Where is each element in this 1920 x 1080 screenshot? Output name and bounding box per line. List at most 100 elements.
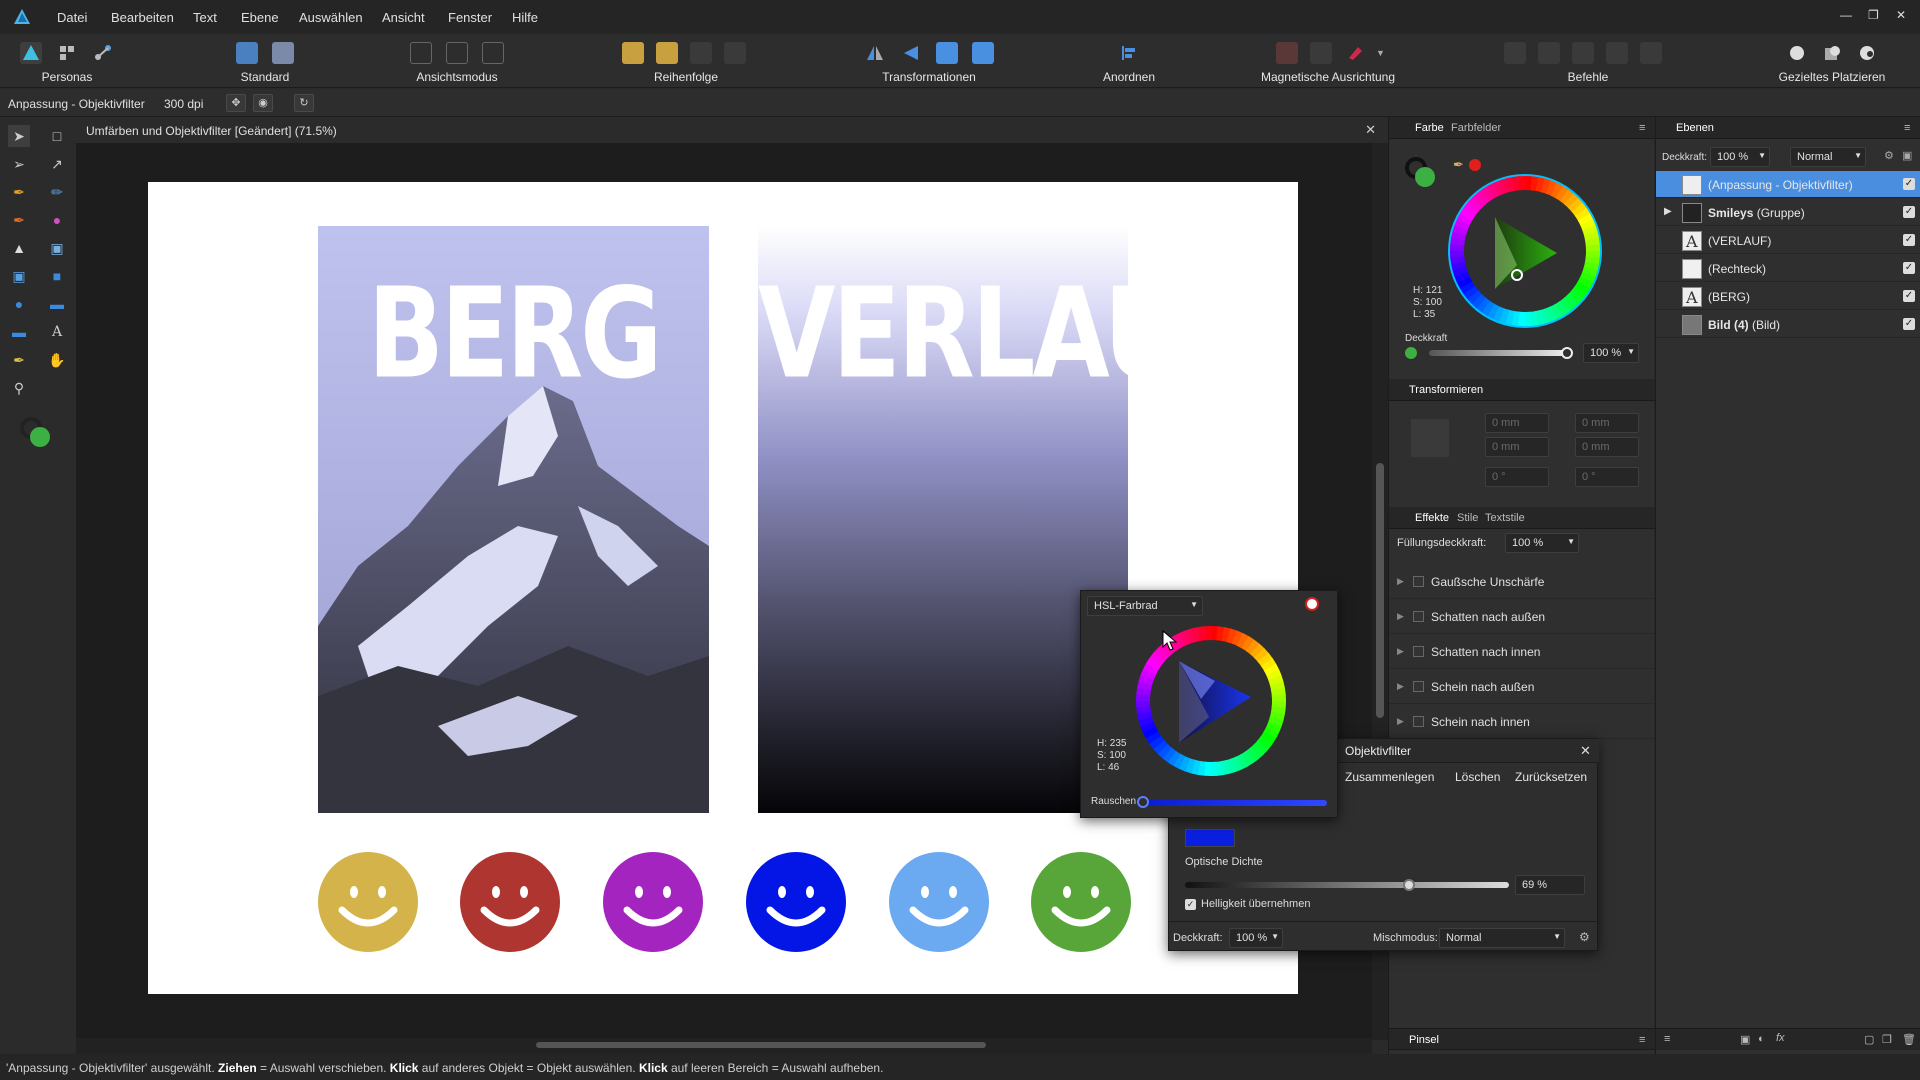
brush-tool-icon[interactable]: ✒ — [8, 209, 30, 231]
layer-visibility-checkbox[interactable]: ✓ — [1903, 178, 1915, 190]
gradient-rectangle[interactable]: VERLAUF — [758, 226, 1250, 813]
mountain-photo[interactable]: BERG — [318, 226, 709, 813]
layer-row[interactable]: A (BERG) ✓ — [1656, 283, 1920, 310]
layer-visibility-checkbox[interactable]: ✓ — [1903, 206, 1915, 218]
magnet-dropdown-icon[interactable]: ▼ — [1376, 48, 1385, 58]
optical-density-handle[interactable] — [1402, 879, 1415, 891]
preserve-luminosity-checkbox[interactable]: ✓ — [1185, 899, 1196, 910]
reset-icon[interactable]: ↻ — [294, 94, 314, 112]
no-color-icon[interactable] — [1305, 597, 1319, 611]
transform-shear-field[interactable]: 0 ° — [1575, 467, 1639, 487]
layer-visibility-checkbox[interactable]: ✓ — [1903, 318, 1915, 330]
menu-hilfe[interactable]: Hilfe — [512, 10, 538, 25]
smiley-face[interactable] — [889, 852, 989, 952]
layer-row[interactable]: ▶ Smileys (Gruppe) ✓ — [1656, 199, 1920, 226]
brush-panel-menu-icon[interactable]: ≡ — [1639, 1034, 1645, 1046]
layer-blend-mode-select[interactable]: Normal ▼ — [1790, 147, 1866, 167]
effect-checkbox[interactable] — [1413, 716, 1424, 727]
opacity-slider-handle[interactable] — [1561, 347, 1573, 359]
mask-icon[interactable]: ◉ — [253, 94, 273, 112]
filter-blend-select[interactable]: Normal ▼ — [1439, 928, 1565, 948]
close-window-icon[interactable]: ✕ — [1896, 8, 1906, 22]
view-mode-icon[interactable] — [482, 42, 504, 64]
layers-panel-menu-icon[interactable]: ≡ — [1904, 122, 1910, 134]
close-document-icon[interactable]: ✕ — [1365, 122, 1376, 138]
smiley-face[interactable] — [318, 852, 418, 952]
recent-color-swatch[interactable] — [1469, 159, 1481, 171]
snapshot-icon[interactable] — [236, 42, 258, 64]
layer-row[interactable]: Bild (4) (Bild) ✓ — [1656, 311, 1920, 338]
expand-chevron-icon[interactable]: ▶ — [1397, 646, 1404, 657]
place-inside-icon[interactable] — [1856, 42, 1878, 64]
reset-button[interactable]: Zurücksetzen — [1511, 767, 1591, 787]
crop-tool-icon[interactable]: ▣ — [8, 265, 30, 287]
boolean-subtract-icon[interactable] — [1538, 42, 1560, 64]
filter-settings-icon[interactable]: ⚙ — [1579, 930, 1590, 944]
color-wheel[interactable] — [1447, 173, 1603, 329]
snapping-options-icon[interactable] — [1310, 42, 1332, 64]
effect-checkbox[interactable] — [1413, 646, 1424, 657]
layer-row[interactable]: (Anpassung - Objektivfilter) ✓ — [1656, 171, 1920, 198]
menu-bearbeiten[interactable]: Bearbeiten — [111, 10, 174, 25]
place-front-icon[interactable] — [1821, 42, 1843, 64]
layer-settings-icon[interactable]: ⚙ — [1884, 149, 1894, 162]
effect-row[interactable]: ▶ Schatten nach außen — [1389, 599, 1655, 634]
layer-stack-icon[interactable]: ≡ — [1664, 1033, 1670, 1045]
zoom-tool-icon[interactable]: ⚲ — [8, 377, 30, 399]
layer-visibility-checkbox[interactable]: ✓ — [1903, 262, 1915, 274]
transform-x-field[interactable]: 0 mm — [1485, 413, 1549, 433]
effect-checkbox[interactable] — [1413, 576, 1424, 587]
tab-farbe[interactable]: Farbe — [1415, 122, 1444, 134]
layer-visibility-checkbox[interactable]: ✓ — [1903, 290, 1915, 302]
transform-y-field[interactable]: 0 mm — [1485, 437, 1549, 457]
berg-title[interactable]: BERG — [318, 260, 709, 406]
lock-icon[interactable]: ▣ — [1902, 149, 1912, 162]
place-image-tool-icon[interactable]: ▣ — [46, 237, 68, 259]
fill-tool-icon[interactable]: ▲ — [8, 237, 30, 259]
noise-slider[interactable] — [1141, 800, 1327, 806]
menu-ebene[interactable]: Ebene — [241, 10, 279, 25]
tab-effekte[interactable]: Effekte — [1415, 512, 1449, 524]
assistant-icon[interactable] — [272, 42, 294, 64]
expand-chevron-icon[interactable]: ▶ — [1397, 576, 1404, 587]
arrange-front-icon[interactable] — [724, 42, 746, 64]
rectangle-tool-icon[interactable]: ■ — [46, 265, 68, 287]
fill-opacity-field[interactable]: 100 % ▼ — [1505, 533, 1579, 553]
smiley-face[interactable] — [746, 852, 846, 952]
boolean-xor-icon[interactable] — [1606, 42, 1628, 64]
layer-visibility-checkbox[interactable]: ✓ — [1903, 234, 1915, 246]
boolean-add-icon[interactable] — [1504, 42, 1526, 64]
color-swatches-icon[interactable] — [20, 417, 50, 447]
persona-designer-icon[interactable] — [20, 42, 42, 64]
expand-group-icon[interactable]: ▶ — [1664, 206, 1672, 217]
verlauf-title[interactable]: VERLAUF — [758, 260, 1250, 406]
horizontal-scroll-thumb[interactable] — [536, 1042, 986, 1048]
tab-stile[interactable]: Stile — [1457, 512, 1478, 524]
filter-opacity-field[interactable]: 100 % ▼ — [1229, 928, 1283, 948]
effect-checkbox[interactable] — [1413, 681, 1424, 692]
optical-density-field[interactable]: 69 % — [1515, 875, 1585, 895]
place-behind-icon[interactable] — [1786, 42, 1808, 64]
color-mode-select[interactable]: HSL-Farbrad ▼ — [1087, 596, 1203, 616]
delete-layer-icon[interactable]: 🗑 — [1902, 1033, 1916, 1046]
menu-auswaehlen[interactable]: Auswählen — [299, 10, 363, 25]
menu-ansicht[interactable]: Ansicht — [382, 10, 425, 25]
layer-opacity-field[interactable]: 100 % ▼ — [1710, 147, 1770, 167]
mask-layer-icon[interactable]: ▣ — [1740, 1033, 1750, 1046]
hand-tool-icon[interactable]: ✋ — [46, 349, 68, 371]
persona-export-icon[interactable] — [92, 42, 114, 64]
vertical-scroll-thumb[interactable] — [1376, 463, 1384, 718]
expand-chevron-icon[interactable]: ▶ — [1397, 681, 1404, 692]
corner-tool-icon[interactable]: ↗ — [46, 153, 68, 175]
smiley-face[interactable] — [460, 852, 560, 952]
flip-vertical-icon[interactable] — [900, 42, 922, 64]
optical-density-slider[interactable] — [1185, 882, 1509, 888]
align-icon[interactable] — [1118, 42, 1140, 64]
menu-text[interactable]: Text — [193, 10, 217, 25]
merge-button[interactable]: Zusammenlegen — [1341, 767, 1438, 787]
artboard-tool-icon[interactable]: □ — [46, 125, 68, 147]
flip-horizontal-icon[interactable] — [864, 42, 886, 64]
persona-pixel-icon[interactable] — [56, 42, 78, 64]
boolean-divide-icon[interactable] — [1640, 42, 1662, 64]
duplicate-layer-icon[interactable]: ❐ — [1882, 1033, 1892, 1046]
